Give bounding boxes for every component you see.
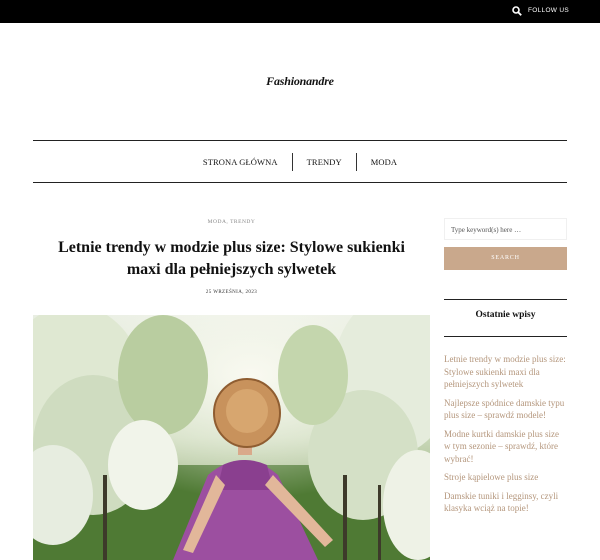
widget-bottom-divider	[444, 336, 567, 337]
nav-item-moda[interactable]: MODA	[357, 157, 411, 167]
recent-post-link[interactable]: Najlepsze spódnice damskie typu plus siz…	[444, 397, 567, 422]
follow-us-link[interactable]: FOLLOW US	[528, 7, 569, 14]
post-date: 25 WRZEŚNIA, 2023	[205, 290, 258, 295]
nav-bottom-divider	[33, 182, 567, 183]
widget-top-divider	[444, 299, 567, 300]
recent-posts-list: Letnie trendy w modzie plus size: Stylow…	[444, 353, 567, 521]
site-logo[interactable]: Fashionandre	[0, 74, 600, 89]
recent-post-link[interactable]: Letnie trendy w modzie plus size: Stylow…	[444, 353, 567, 391]
post-categories[interactable]: MODA, TRENDY	[33, 219, 430, 225]
recent-post-link[interactable]: Stroje kąpielowe plus size	[444, 471, 567, 484]
top-bar: FOLLOW US	[0, 0, 600, 23]
sidebar-search-input[interactable]: Type keyword(s) here …	[444, 218, 567, 240]
recent-post-link[interactable]: Modne kurtki damskie plus size w tym sez…	[444, 428, 567, 466]
recent-posts-title: Ostatnie wpisy	[475, 310, 536, 320]
search-icon[interactable]	[512, 6, 522, 16]
recent-post-link[interactable]: Damskie tuniki i legginsy, czyli klasyka…	[444, 490, 567, 515]
nav-top-divider	[33, 140, 567, 141]
nav-item-trendy[interactable]: TRENDY	[293, 157, 356, 167]
main-nav: STRONA GŁÓWNA TRENDY MODA	[0, 152, 600, 172]
sidebar-search-button[interactable]: SEARCH	[444, 247, 567, 270]
post-title[interactable]: Letnie trendy w modzie plus size: Stylow…	[53, 237, 410, 281]
nav-item-home[interactable]: STRONA GŁÓWNA	[189, 157, 292, 167]
post-featured-image[interactable]	[33, 315, 430, 560]
featured-image-graphic	[33, 315, 430, 560]
